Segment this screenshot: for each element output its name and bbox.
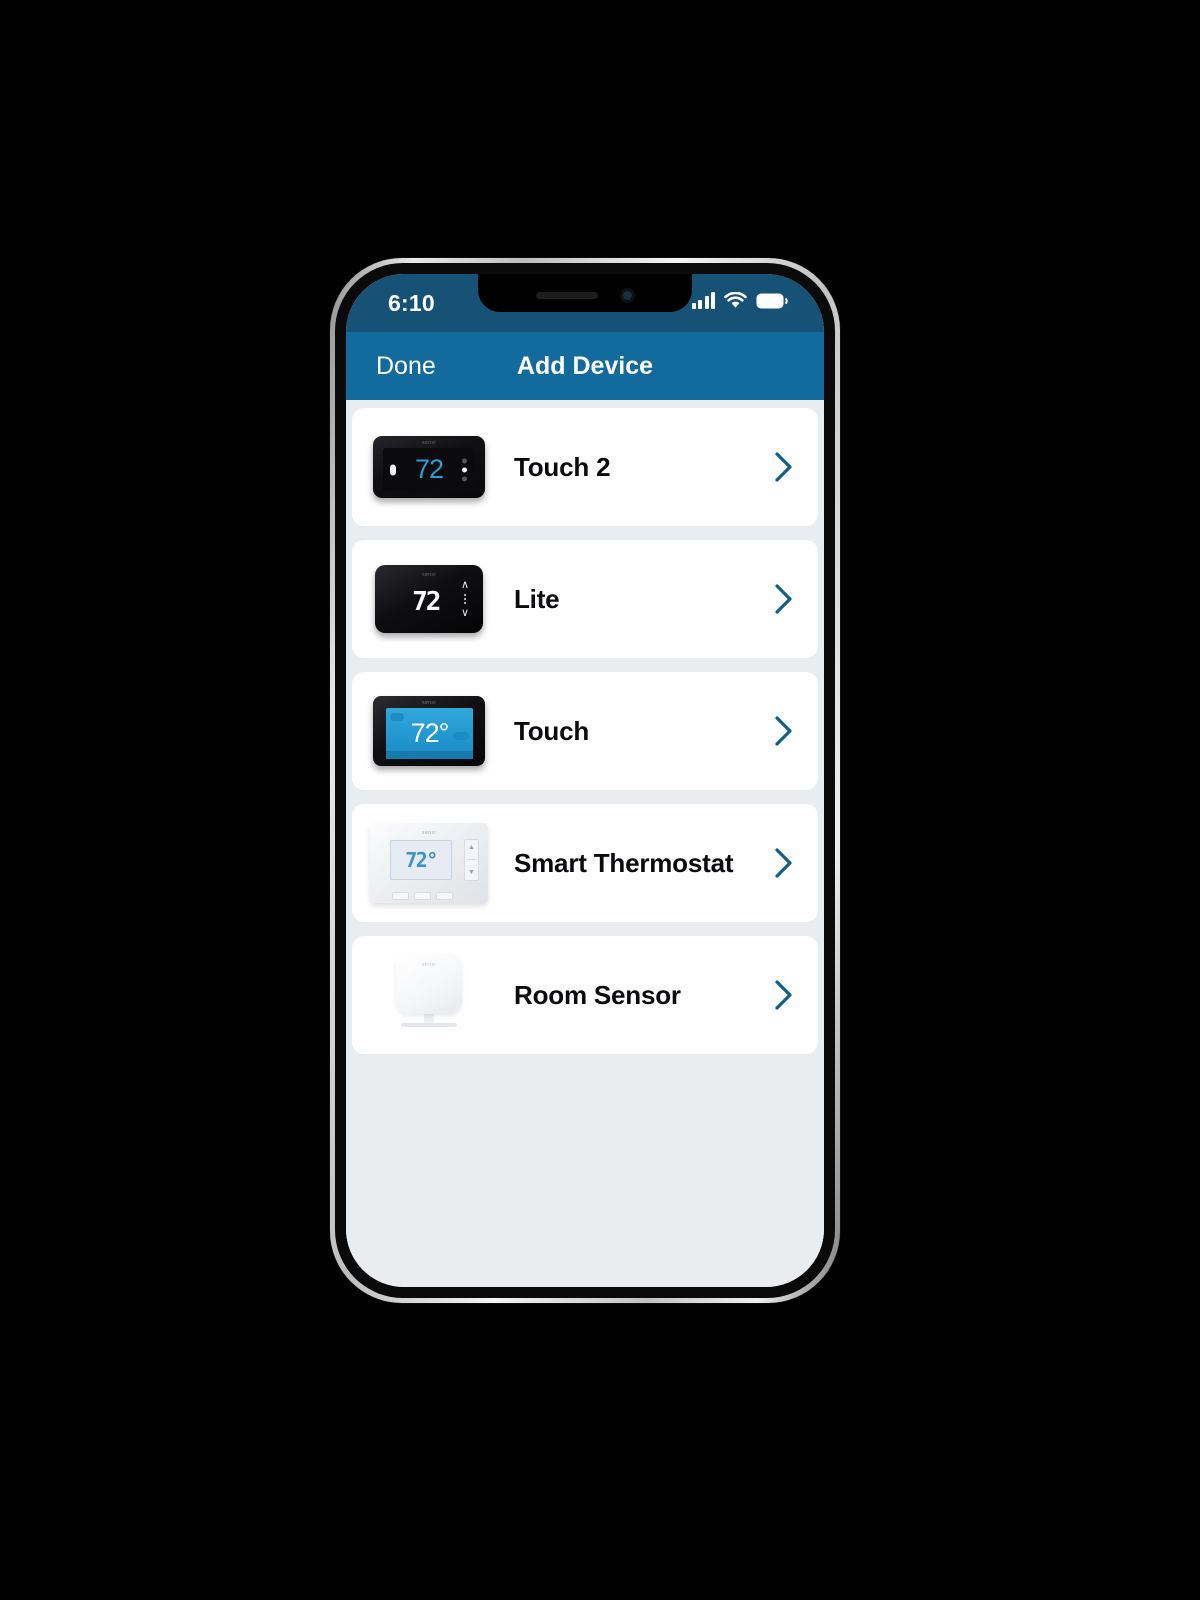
touch-temperature: 72° <box>410 718 450 748</box>
device-label: Room Sensor <box>514 979 681 1010</box>
device-label: Touch 2 <box>514 451 611 482</box>
phone-body: 6:10 Done Add Device sensi 72 Touch 2 se… <box>335 263 835 1298</box>
sensi-brand-label: sensi <box>422 700 436 706</box>
lite-temperature: 72 <box>412 586 441 617</box>
notch <box>478 274 692 312</box>
device-row-room-sensor[interactable]: sensi Room Sensor <box>352 936 818 1054</box>
sensi-lite-thermostat-icon: sensi 72 ∧ ∨ <box>370 558 488 640</box>
room-sensor-neck <box>424 1014 434 1023</box>
chevron-right-icon[interactable] <box>772 978 796 1012</box>
status-bar: 6:10 <box>346 274 824 332</box>
chevron-right-icon[interactable] <box>772 582 796 616</box>
chevron-right-icon[interactable] <box>772 714 796 748</box>
device-row-smart-thermostat[interactable]: sensi 72° ▲ ▼ Smart Thermostat <box>352 804 818 922</box>
sensi-room-sensor-icon: sensi <box>370 954 488 1036</box>
sensi-brand-label: sensi <box>421 962 437 968</box>
device-row-touch-2[interactable]: sensi 72 Touch 2 <box>352 408 818 526</box>
signal-bars-icon <box>691 292 715 309</box>
navigation-bar: Done Add Device <box>346 332 824 400</box>
device-label: Touch <box>514 715 590 746</box>
touch2-temperature: 72 <box>414 454 444 484</box>
phone-frame: 6:10 Done Add Device sensi 72 Touch 2 se… <box>330 258 840 1303</box>
smart-thermostat-updown-icon: ▲ ▼ <box>464 839 479 881</box>
wifi-icon <box>724 292 747 309</box>
earpiece-speaker-icon <box>535 291 598 299</box>
sensi-smart-thermostat-icon: sensi 72° ▲ ▼ <box>370 822 488 904</box>
front-camera-icon <box>619 287 635 303</box>
done-button[interactable]: Done <box>376 352 436 381</box>
device-label: Smart Thermostat <box>514 847 734 878</box>
touch-pill-right <box>453 732 469 741</box>
phone-screen: 6:10 Done Add Device sensi 72 Touch 2 se… <box>346 274 824 1287</box>
smart-thermostat-temperature: 72° <box>405 848 438 872</box>
touch-pill-left <box>390 713 404 721</box>
sensi-brand-label: sensi <box>421 830 437 836</box>
status-time: 6:10 <box>388 290 435 316</box>
lite-controls-icon: ∧ ∨ <box>460 579 469 619</box>
touch2-dots-icon <box>462 458 467 481</box>
sensi-touch-2-thermostat-icon: sensi 72 <box>370 426 488 508</box>
status-icons <box>691 292 789 309</box>
device-row-lite[interactable]: sensi 72 ∧ ∨ Lite <box>352 540 818 658</box>
smart-thermostat-buttons <box>392 892 453 900</box>
sensi-touch-thermostat-icon: sensi 72° <box>370 690 488 772</box>
sensi-brand-label: sensi <box>422 572 436 578</box>
room-sensor-base <box>401 1023 457 1027</box>
device-row-touch[interactable]: sensi 72° Touch <box>352 672 818 790</box>
chevron-right-icon[interactable] <box>772 846 796 880</box>
battery-full-icon <box>756 293 788 309</box>
chevron-right-icon[interactable] <box>772 450 796 484</box>
device-list: sensi 72 Touch 2 sensi 72 ∧ ∨ Lite sensi… <box>346 400 824 1287</box>
sensi-brand-label: sensi <box>422 440 436 446</box>
touch2-indicator-oval <box>390 464 396 475</box>
device-label: Lite <box>514 583 560 614</box>
